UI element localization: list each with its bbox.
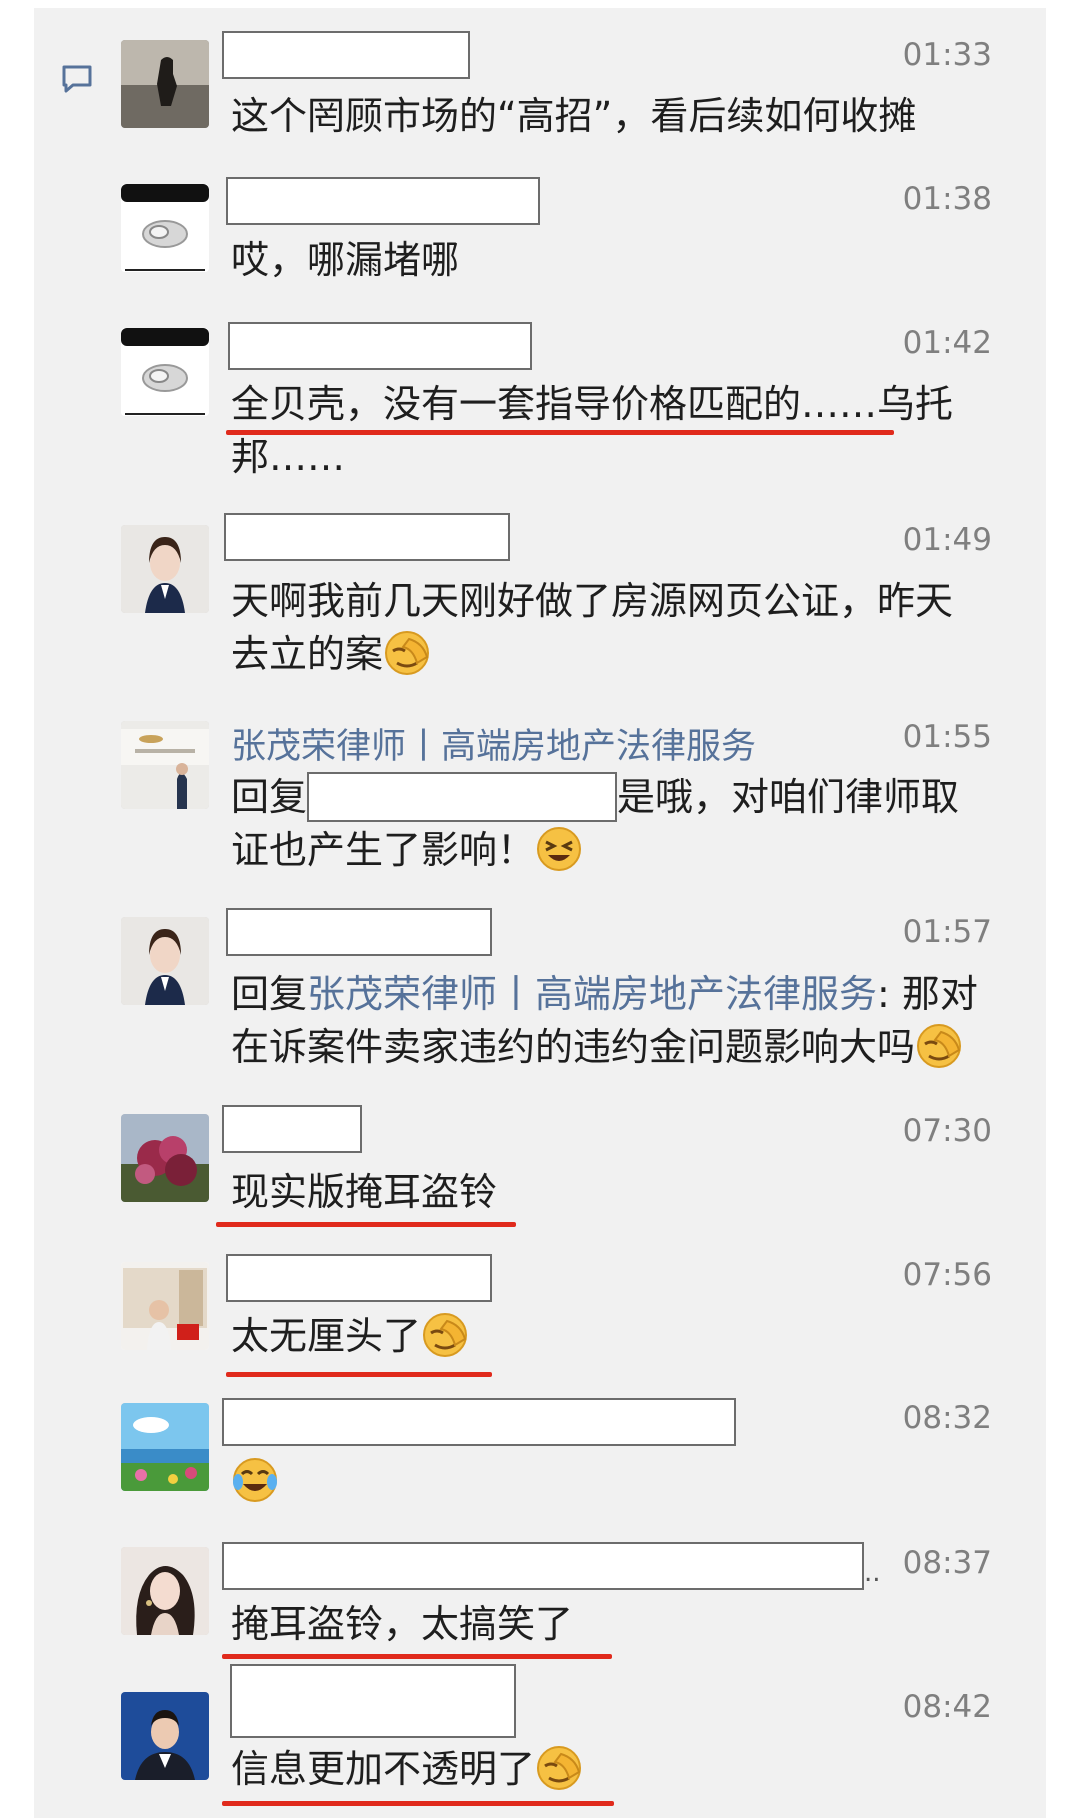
- username-redacted[interactable]: [224, 513, 510, 561]
- comment-text: 回复张茂荣律师丨高端房地产法律服务: 那对 在诉案件卖家违约的违约金问题影响大吗: [231, 972, 978, 1069]
- comment-text: 天啊我前几天刚好做了房源网页公证，昨天 去立的案: [231, 579, 954, 676]
- comment-time: 01:55: [902, 719, 992, 755]
- red-underline-annotation: [216, 1222, 516, 1227]
- comment-time: 07:30: [902, 1113, 992, 1149]
- facepalm-emoji-icon: [917, 1023, 962, 1068]
- username-redacted[interactable]: [222, 1542, 864, 1590]
- username-redacted[interactable]: [226, 177, 540, 225]
- comment-text: 回复 是哦，对咱们律师取 证也产生了影响！: [231, 771, 1031, 877]
- comment-time: 01:38: [902, 181, 992, 217]
- facepalm-emoji-icon: [537, 1745, 582, 1790]
- grinning-squint-emoji-icon: [537, 826, 582, 871]
- comment-time: 01:57: [902, 914, 992, 950]
- username-redacted[interactable]: [222, 1105, 362, 1153]
- username-redacted[interactable]: [230, 1664, 516, 1738]
- comment-text: 掩耳盗铃，太搞笑了: [231, 1602, 574, 1646]
- avatar[interactable]: [121, 525, 209, 613]
- name-overflow-ellipsis: ..: [864, 1558, 881, 1588]
- comment-time: 08:42: [902, 1689, 992, 1725]
- avatar[interactable]: [121, 328, 209, 416]
- avatar[interactable]: [121, 1114, 209, 1202]
- comment-text: 现实版掩耳盗铃: [231, 1170, 498, 1214]
- username-redacted[interactable]: [222, 31, 470, 79]
- avatar[interactable]: [121, 1547, 209, 1635]
- red-underline-annotation: [226, 1372, 492, 1377]
- comment-time: 01:49: [902, 522, 992, 558]
- comment-text: 哎，哪漏堵哪: [231, 238, 460, 282]
- username-redacted[interactable]: [222, 1398, 736, 1446]
- tears-of-joy-emoji-icon: [233, 1457, 277, 1502]
- username-redacted[interactable]: [226, 908, 492, 956]
- comment-time: 08:37: [902, 1545, 992, 1581]
- comment-time: 08:32: [902, 1400, 992, 1436]
- red-underline-annotation: [226, 430, 894, 435]
- red-underline-annotation: [222, 1801, 614, 1806]
- comment-icon[interactable]: [61, 64, 93, 94]
- avatar[interactable]: [121, 1403, 209, 1491]
- comment-time: 01:33: [902, 37, 992, 73]
- facepalm-emoji-icon: [423, 1312, 468, 1357]
- avatar[interactable]: [121, 40, 209, 128]
- facepalm-emoji-icon: [385, 630, 430, 675]
- avatar[interactable]: [121, 1692, 209, 1780]
- username-redacted[interactable]: [228, 322, 532, 370]
- comment-time: 07:56: [902, 1257, 992, 1293]
- red-underline-annotation: [222, 1654, 612, 1659]
- avatar[interactable]: [121, 721, 209, 809]
- username-redacted[interactable]: [226, 1254, 492, 1302]
- avatar[interactable]: [121, 184, 209, 272]
- avatar[interactable]: [121, 1262, 209, 1350]
- reply-mention-link[interactable]: 张茂荣律师丨高端房地产法律服务: [307, 972, 877, 1016]
- avatar[interactable]: [121, 917, 209, 1005]
- comment-text: 信息更加不透明了: [231, 1743, 1031, 1796]
- comment-text: 这个罔顾市场的“高招”，看后续如何收摊: [231, 94, 917, 138]
- comment-time: 01:42: [902, 325, 992, 361]
- reply-target-redacted[interactable]: [307, 771, 618, 822]
- comment-text: [231, 1455, 1031, 1508]
- commenter-name[interactable]: 张茂荣律师丨高端房地产法律服务: [231, 718, 756, 769]
- comment-text: 太无厘头了: [231, 1310, 1031, 1363]
